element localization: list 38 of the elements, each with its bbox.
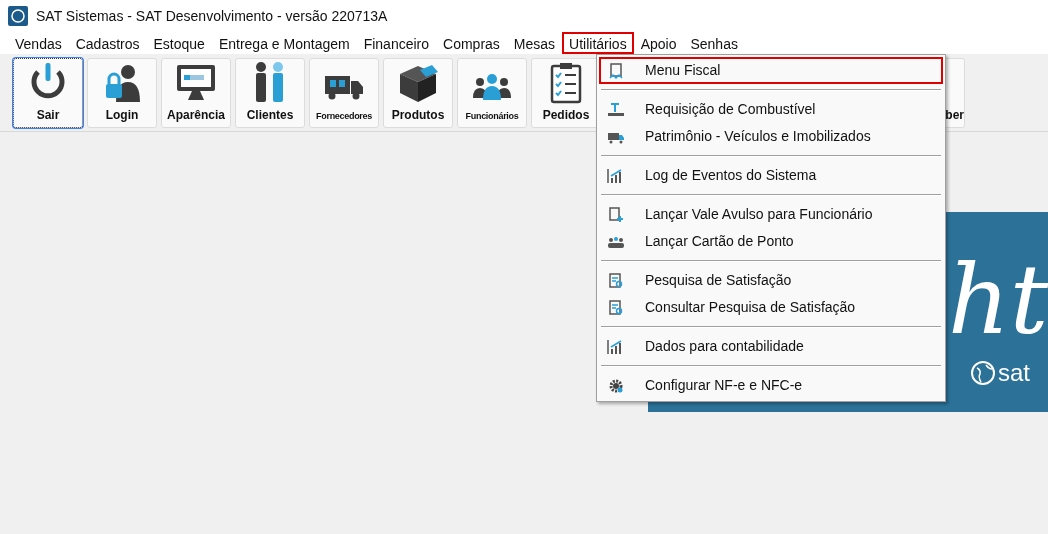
menu-bar-item[interactable]: Compras	[436, 32, 507, 54]
menu-item[interactable]: Lançar Cartão de Ponto	[599, 228, 943, 255]
menu-bar-item[interactable]: Utilitários	[562, 32, 634, 54]
app-logo-icon	[8, 6, 28, 26]
document-plus-icon	[607, 206, 625, 223]
menu-bar-item[interactable]: Mesas	[506, 32, 563, 54]
menu-bar-item[interactable]: Vendas	[8, 32, 69, 54]
menu-bar-item[interactable]: Estoque	[146, 32, 212, 54]
menu-bar-item[interactable]: Senhas	[683, 32, 745, 54]
menu-item[interactable]: Requisição de Combustível	[599, 96, 943, 123]
window-title: SAT Sistemas - SAT Desenvolvimento - versão 220713A	[36, 6, 388, 26]
menu-item[interactable]: Consultar Pesquisa de Satisfação	[599, 294, 943, 321]
menu-bar-item[interactable]: Cadastros	[68, 32, 147, 54]
toolbar-button[interactable]: Fornecedores	[309, 57, 379, 128]
logo-text: sat	[998, 361, 1030, 385]
menu-item[interactable]: Configurar NF-e e NFC-e	[599, 372, 943, 399]
menu-item[interactable]: Dados para contabilidade	[599, 333, 943, 360]
menu-item[interactable]: Log de Eventos do Sistema	[599, 162, 943, 189]
script-text: ht	[948, 252, 1048, 348]
menu-item[interactable]: Pesquisa de Satisfação	[599, 267, 943, 294]
clipboard-search-icon	[607, 299, 625, 316]
menu-bar-item[interactable]: Entrega e Montagem	[211, 32, 357, 54]
gear-icon	[607, 377, 625, 394]
toolbar-button[interactable]: Login	[87, 57, 157, 128]
toolbar-button[interactable]: Clientes	[235, 57, 305, 128]
toolbar-button[interactable]: Sair	[13, 57, 83, 128]
toolbar-button-label[interactable]: ber	[945, 105, 964, 124]
menu-item[interactable]: Patrimônio - Veículos e Imobilizados	[599, 123, 943, 150]
toolbar-button[interactable]: Aparência	[161, 57, 231, 128]
menu-bar-item[interactable]: Apoio	[633, 32, 684, 54]
menu-bar-item[interactable]: Financeiro	[356, 32, 437, 54]
toolbar-button[interactable]: Produtos	[383, 57, 453, 128]
clipboard-search-icon	[607, 272, 625, 289]
receipt-icon	[607, 62, 625, 79]
menu-item[interactable]: Menu Fiscal	[599, 57, 943, 84]
globe-icon	[970, 360, 996, 386]
toolbar-button[interactable]: Funcionários	[457, 57, 527, 128]
menu-item[interactable]: Lançar Vale Avulso para Funcionário	[599, 201, 943, 228]
